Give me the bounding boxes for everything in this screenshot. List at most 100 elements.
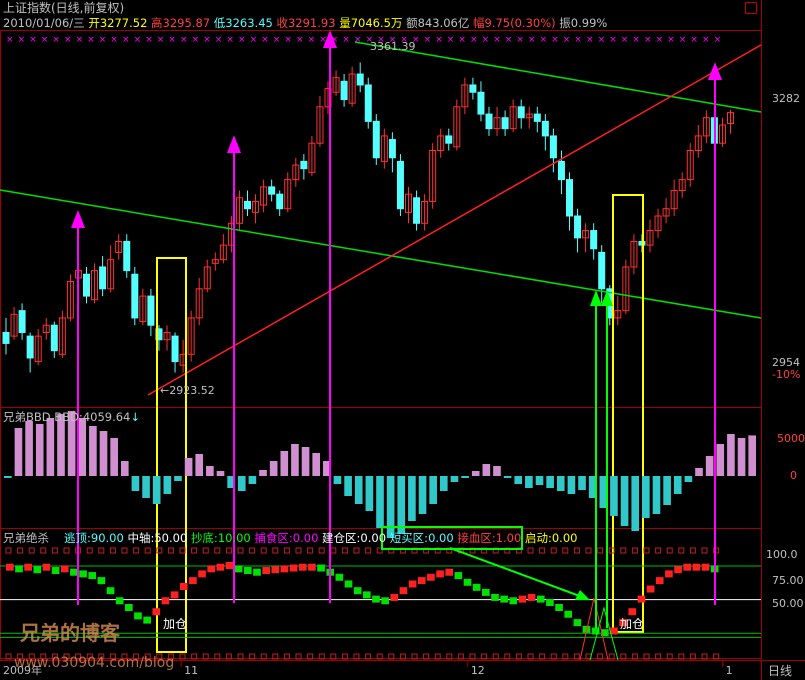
- bbd-value: 4059.64: [82, 410, 131, 424]
- close-icon[interactable]: [745, 2, 757, 14]
- bbd-bar: [344, 476, 352, 496]
- bbd-bar: [365, 476, 374, 511]
- bbd-bar: [556, 476, 565, 491]
- top-x-marker: ×: [180, 35, 188, 45]
- top-x-marker: ×: [540, 35, 548, 45]
- top-x-marker: ×: [482, 35, 490, 45]
- top-x-marker: ×: [64, 35, 72, 45]
- param-value-3: 0.00: [292, 531, 319, 545]
- candle-body: [557, 160, 565, 181]
- param-value-1: 50.00: [154, 531, 188, 545]
- indicator-block: [683, 563, 692, 571]
- bbd-bar: [493, 466, 501, 476]
- bbd-y-5000: 5000: [777, 432, 805, 445]
- top-square-marker: [562, 547, 569, 554]
- bbd-title: 兄弟BBD: [3, 410, 51, 424]
- close-label: 收: [276, 16, 288, 30]
- indicator-block: [170, 591, 179, 599]
- top-x-marker: ×: [656, 35, 664, 45]
- param-label-0: 逃顶:: [64, 531, 91, 545]
- y-tick-pct: -10%: [772, 368, 801, 381]
- bbd-bar: [439, 476, 448, 491]
- top-x-marker: ×: [99, 35, 107, 45]
- bbd-bar: [152, 476, 161, 504]
- candle-body: [396, 160, 404, 210]
- ind-y-100: 100.0: [766, 548, 798, 561]
- vol-value: 7046.5万: [350, 16, 403, 30]
- magenta-arrow-head: [227, 135, 241, 153]
- indicator-block: [42, 563, 51, 571]
- top-square-marker: [179, 547, 186, 554]
- top-square-marker: [365, 547, 372, 554]
- top-x-marker: ×: [679, 35, 687, 45]
- top-square-marker: [98, 547, 105, 554]
- top-square-marker: [341, 547, 348, 554]
- bbd-bar: [450, 476, 459, 482]
- bbd-bar: [312, 453, 321, 476]
- indicator-block: [79, 570, 87, 578]
- bbd-bar: [174, 476, 182, 481]
- indicator-block: [6, 563, 14, 571]
- indicator-block: [344, 580, 353, 588]
- indicator-block: [408, 580, 417, 588]
- indicator-block: [225, 562, 234, 569]
- top-square-marker: [631, 547, 638, 554]
- bbd-bar: [684, 476, 693, 482]
- candle-body: [18, 310, 26, 333]
- param-value-2: 10.00: [217, 531, 251, 545]
- indicator-block: [280, 565, 289, 573]
- bbd-bar: [408, 476, 416, 521]
- param-label-7: 启动:: [524, 531, 552, 545]
- top-x-marker: ×: [308, 35, 316, 45]
- bbd-bar: [333, 476, 342, 484]
- bbd-bar: [99, 431, 108, 476]
- candle-body: [372, 120, 380, 159]
- param-label-4: 建仓区:: [322, 531, 361, 545]
- bbd-bar: [705, 456, 714, 476]
- top-square-marker: [701, 547, 708, 554]
- chart-canvas: × × × × × × × × × × × × × × × × × × × × × × × × × × × × × × × × × × × × × × × ×…: [0, 0, 805, 680]
- bbd-bar: [482, 464, 491, 476]
- bbd-bar: [461, 476, 469, 478]
- bbd-bar: [418, 476, 427, 514]
- param-label-1: 中轴:: [127, 531, 155, 545]
- top-x-marker: ×: [41, 35, 49, 45]
- indicator-block: [472, 583, 481, 591]
- top-x-marker: ×: [586, 35, 594, 45]
- candle-body: [268, 186, 276, 195]
- candle-body: [50, 324, 58, 352]
- top-x-marker: ×: [493, 35, 501, 45]
- indicator-block: [372, 595, 380, 603]
- indicator-block: [179, 583, 188, 590]
- param-value-0: 90.00: [90, 531, 124, 545]
- param-label-2: 抄底:: [190, 531, 218, 545]
- indicator-block: [189, 577, 197, 585]
- low-annotation: ←2923.52: [160, 384, 215, 397]
- top-x-marker: ×: [203, 35, 211, 45]
- candle-body: [26, 335, 34, 359]
- indicator-block: [335, 573, 344, 581]
- bbd-bar: [195, 454, 204, 476]
- indicator-block: [271, 566, 280, 574]
- indicator-block: [509, 597, 518, 605]
- indicator-block: [417, 577, 426, 585]
- candle-body: [574, 215, 582, 239]
- top-square-marker: [28, 547, 35, 554]
- top-square-marker: [214, 547, 221, 554]
- top-x-marker: ×: [76, 35, 84, 45]
- indicator-block: [60, 565, 69, 573]
- candle-body: [388, 139, 396, 159]
- top-x-marker: ×: [168, 35, 176, 45]
- candle-body: [501, 117, 509, 130]
- bbd-label: BBD:: [54, 410, 83, 424]
- add-position-label-2: 加仓: [620, 617, 645, 631]
- bbd-bar: [514, 476, 523, 484]
- indicator-block: [308, 563, 316, 571]
- ind-y-75: 75.00: [772, 574, 804, 587]
- panel-frames: [0, 0, 805, 680]
- indicator-block: [125, 604, 133, 611]
- top-x-marker: ×: [215, 35, 223, 45]
- bbd-bar: [14, 428, 23, 476]
- indicator-block: [298, 563, 307, 571]
- top-square-marker: [318, 547, 325, 554]
